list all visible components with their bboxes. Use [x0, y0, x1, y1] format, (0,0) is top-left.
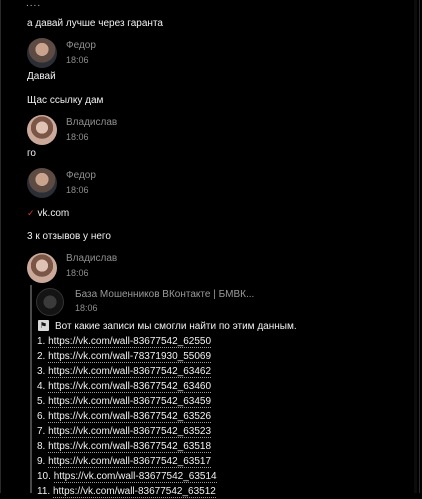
wall-link[interactable]: https://vk.com/wall-83677542_63462 — [48, 366, 212, 378]
message-text: Давай — [27, 71, 56, 82]
list-item: 1. https://vk.com/wall-83677542_62550 — [37, 334, 217, 349]
avatar-vladislav[interactable] — [27, 253, 57, 283]
sender-name[interactable]: Владислав — [66, 253, 117, 264]
previous-message-tail: .... — [26, 0, 42, 9]
wall-link[interactable]: https://vk.com/wall-83677542_63512 — [52, 486, 216, 498]
message-time: 18:06 — [66, 268, 89, 278]
sender-name[interactable]: Федор — [66, 170, 96, 181]
message-time: 18:06 — [66, 185, 89, 195]
forwarded-sender-name[interactable]: База Мошенников ВКонтакте | БМВК... — [75, 289, 254, 300]
wall-link[interactable]: https://vk.com/wall-83677542_63517 — [48, 456, 212, 468]
list-number: 1. — [37, 336, 46, 347]
message-text: а давай лучше через гаранта — [27, 18, 163, 29]
wall-link[interactable]: https://vk.com/wall-83677542_63526 — [48, 411, 212, 423]
chat-window: .... а давай лучше через гаранта Федор 1… — [0, 0, 420, 498]
avatar-fedor[interactable] — [27, 38, 57, 68]
wall-link[interactable]: https://vk.com/wall-83677542_63518 — [48, 441, 212, 453]
wall-link[interactable]: https://vk.com/wall-83677542_63523 — [48, 426, 212, 438]
list-number: 10. — [37, 471, 51, 482]
forwarded-time: 18:06 — [75, 303, 98, 313]
flag-icon: ⚑ — [38, 320, 49, 331]
message-text: Щас ссылку дам — [27, 95, 104, 106]
forwarded-intro-text: Вот какие записи мы смогли найти по этим… — [55, 321, 297, 332]
message-time: 18:06 — [66, 132, 89, 142]
list-number: 4. — [37, 381, 46, 392]
list-item: 2. https://vk.com/wall-78371930_55069 — [37, 349, 217, 364]
wall-link[interactable]: https://vk.com/wall-83677542_63459 — [48, 396, 212, 408]
list-number: 11. — [37, 486, 51, 497]
list-number: 3. — [37, 366, 46, 377]
list-number: 6. — [37, 411, 46, 422]
list-item: 4. https://vk.com/wall-83677542_63460 — [37, 379, 217, 394]
avatar-fedor[interactable] — [27, 168, 57, 198]
wall-link[interactable]: https://vk.com/wall-83677542_63514 — [53, 471, 217, 483]
link-list: 1. https://vk.com/wall-83677542_62550 2. … — [37, 334, 217, 499]
vk-link-icon: ✓ — [27, 208, 35, 218]
sender-name[interactable]: Владислав — [66, 117, 117, 128]
scrollbar[interactable] — [414, 0, 417, 493]
list-item: 7. https://vk.com/wall-83677542_63523 — [37, 424, 217, 439]
list-item: 10. https://vk.com/wall-83677542_63514 — [37, 469, 217, 484]
list-number: 5. — [37, 396, 46, 407]
list-number: 9. — [37, 456, 46, 467]
wall-link[interactable]: https://vk.com/wall-78371930_55069 — [48, 351, 212, 363]
wall-link[interactable]: https://vk.com/wall-83677542_62550 — [48, 336, 212, 348]
list-item: 3. https://vk.com/wall-83677542_63462 — [37, 364, 217, 379]
link-message[interactable]: ✓ vk.com — [27, 208, 69, 219]
list-item: 6. https://vk.com/wall-83677542_63526 — [37, 409, 217, 424]
sender-name[interactable]: Федор — [66, 40, 96, 51]
group-avatar[interactable] — [36, 288, 64, 316]
list-number: 2. — [37, 351, 46, 362]
list-number: 8. — [37, 441, 46, 452]
forwarded-message-bar — [30, 285, 32, 493]
list-item: 11. https://vk.com/wall-83677542_63512 — [37, 484, 217, 499]
wall-link[interactable]: https://vk.com/wall-83677542_63460 — [48, 381, 212, 393]
message-time: 18:06 — [66, 55, 89, 65]
link-text[interactable]: vk.com — [38, 208, 70, 219]
list-item: 5. https://vk.com/wall-83677542_63459 — [37, 394, 217, 409]
list-number: 7. — [37, 426, 46, 437]
avatar-vladislav[interactable] — [27, 115, 57, 145]
message-text: го — [27, 148, 36, 159]
list-item: 8. https://vk.com/wall-83677542_63518 — [37, 439, 217, 454]
list-item: 9. https://vk.com/wall-83677542_63517 — [37, 454, 217, 469]
message-text: 3 к отзывов у него — [27, 231, 111, 242]
